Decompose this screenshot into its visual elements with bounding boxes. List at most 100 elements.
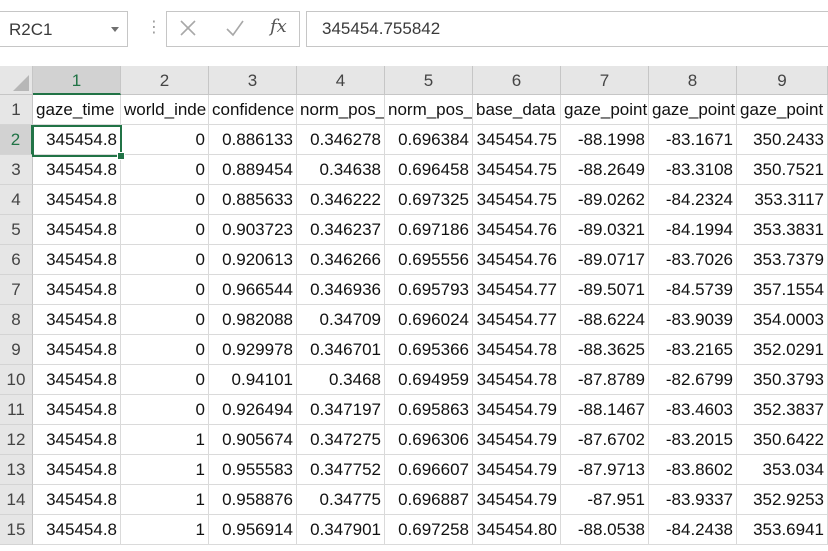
cell-r12-c6[interactable]: 345454.79: [473, 425, 561, 455]
cell-r2-c3[interactable]: 0.886133: [209, 125, 297, 155]
cell-r9-c6[interactable]: 345454.78: [473, 335, 561, 365]
cell-r6-c7[interactable]: -89.0717: [561, 245, 649, 275]
cell-r10-c1[interactable]: 345454.8: [33, 365, 121, 395]
cell-r4-c4[interactable]: 0.346222: [297, 185, 385, 215]
cell-r1-c8[interactable]: gaze_point: [649, 95, 737, 125]
cell-r5-c4[interactable]: 0.346237: [297, 215, 385, 245]
chevron-down-icon[interactable]: [111, 27, 119, 32]
cell-r12-c1[interactable]: 345454.8: [33, 425, 121, 455]
row-header-2[interactable]: 2: [0, 125, 33, 155]
name-box[interactable]: R2C1: [0, 11, 128, 47]
column-header-8[interactable]: 8: [649, 66, 737, 95]
cell-r7-c4[interactable]: 0.346936: [297, 275, 385, 305]
cell-r2-c7[interactable]: -88.1998: [561, 125, 649, 155]
cell-r13-c9[interactable]: 353.034: [737, 455, 828, 485]
cell-r11-c3[interactable]: 0.926494: [209, 395, 297, 425]
row-header-12[interactable]: 12: [0, 425, 33, 455]
cell-r9-c5[interactable]: 0.695366: [385, 335, 473, 365]
cell-r3-c2[interactable]: 0: [121, 155, 209, 185]
cell-r14-c4[interactable]: 0.34775: [297, 485, 385, 515]
cell-r6-c9[interactable]: 353.7379: [737, 245, 828, 275]
row-header-5[interactable]: 5: [0, 215, 33, 245]
column-header-4[interactable]: 4: [297, 66, 385, 95]
cell-r13-c4[interactable]: 0.347752: [297, 455, 385, 485]
cell-r15-c7[interactable]: -88.0538: [561, 515, 649, 545]
cell-r7-c1[interactable]: 345454.8: [33, 275, 121, 305]
cell-r1-c7[interactable]: gaze_point: [561, 95, 649, 125]
cell-r7-c5[interactable]: 0.695793: [385, 275, 473, 305]
cell-r4-c7[interactable]: -89.0262: [561, 185, 649, 215]
row-header-10[interactable]: 10: [0, 365, 33, 395]
cell-r10-c6[interactable]: 345454.78: [473, 365, 561, 395]
row-header-11[interactable]: 11: [0, 395, 33, 425]
cell-r15-c4[interactable]: 0.347901: [297, 515, 385, 545]
cell-r2-c5[interactable]: 0.696384: [385, 125, 473, 155]
cell-r5-c9[interactable]: 353.3831: [737, 215, 828, 245]
cell-r14-c9[interactable]: 352.9253: [737, 485, 828, 515]
row-header-14[interactable]: 14: [0, 485, 33, 515]
cell-r15-c3[interactable]: 0.956914: [209, 515, 297, 545]
row-header-7[interactable]: 7: [0, 275, 33, 305]
cell-r9-c2[interactable]: 0: [121, 335, 209, 365]
cell-r11-c4[interactable]: 0.347197: [297, 395, 385, 425]
row-header-9[interactable]: 9: [0, 335, 33, 365]
cell-r12-c7[interactable]: -87.6702: [561, 425, 649, 455]
cell-r2-c6[interactable]: 345454.75: [473, 125, 561, 155]
cell-r12-c3[interactable]: 0.905674: [209, 425, 297, 455]
cell-r14-c2[interactable]: 1: [121, 485, 209, 515]
cell-r14-c5[interactable]: 0.696887: [385, 485, 473, 515]
cell-r5-c7[interactable]: -89.0321: [561, 215, 649, 245]
cell-r4-c1[interactable]: 345454.8: [33, 185, 121, 215]
cell-r2-c2[interactable]: 0: [121, 125, 209, 155]
cell-r5-c6[interactable]: 345454.76: [473, 215, 561, 245]
cell-r11-c2[interactable]: 0: [121, 395, 209, 425]
cell-r4-c3[interactable]: 0.885633: [209, 185, 297, 215]
formula-bar-grip-icon[interactable]: ⋮: [146, 20, 162, 36]
formula-input[interactable]: 345454.755842: [306, 11, 828, 47]
cell-r13-c6[interactable]: 345454.79: [473, 455, 561, 485]
cell-r8-c3[interactable]: 0.982088: [209, 305, 297, 335]
cell-r10-c7[interactable]: -87.8789: [561, 365, 649, 395]
cell-r15-c8[interactable]: -84.2438: [649, 515, 737, 545]
cell-r4-c2[interactable]: 0: [121, 185, 209, 215]
cell-r8-c1[interactable]: 345454.8: [33, 305, 121, 335]
cell-r7-c9[interactable]: 357.1554: [737, 275, 828, 305]
cell-r2-c8[interactable]: -83.1671: [649, 125, 737, 155]
cell-r3-c9[interactable]: 350.7521: [737, 155, 828, 185]
row-header-13[interactable]: 13: [0, 455, 33, 485]
cell-r1-c2[interactable]: world_inde: [121, 95, 209, 125]
row-header-4[interactable]: 4: [0, 185, 33, 215]
cell-r10-c9[interactable]: 350.3793: [737, 365, 828, 395]
cell-r14-c3[interactable]: 0.958876: [209, 485, 297, 515]
cell-r7-c7[interactable]: -89.5071: [561, 275, 649, 305]
cell-r7-c2[interactable]: 0: [121, 275, 209, 305]
cell-r15-c5[interactable]: 0.697258: [385, 515, 473, 545]
cell-r4-c6[interactable]: 345454.75: [473, 185, 561, 215]
cell-r11-c6[interactable]: 345454.79: [473, 395, 561, 425]
cell-r13-c5[interactable]: 0.696607: [385, 455, 473, 485]
cell-r10-c4[interactable]: 0.3468: [297, 365, 385, 395]
cell-r1-c9[interactable]: gaze_point: [737, 95, 828, 125]
function-icon[interactable]: fx: [270, 16, 287, 37]
cell-r6-c6[interactable]: 345454.76: [473, 245, 561, 275]
column-header-7[interactable]: 7: [561, 66, 649, 95]
cell-r1-c1[interactable]: gaze_time: [33, 95, 121, 125]
row-header-15[interactable]: 15: [0, 515, 33, 545]
cell-r12-c8[interactable]: -83.2015: [649, 425, 737, 455]
cell-r5-c1[interactable]: 345454.8: [33, 215, 121, 245]
cell-r9-c8[interactable]: -83.2165: [649, 335, 737, 365]
cell-r12-c5[interactable]: 0.696306: [385, 425, 473, 455]
cell-r9-c3[interactable]: 0.929978: [209, 335, 297, 365]
column-header-5[interactable]: 5: [385, 66, 473, 95]
cell-r8-c2[interactable]: 0: [121, 305, 209, 335]
cell-r5-c5[interactable]: 0.697186: [385, 215, 473, 245]
cell-r6-c4[interactable]: 0.346266: [297, 245, 385, 275]
cell-r8-c8[interactable]: -83.9039: [649, 305, 737, 335]
cell-r9-c1[interactable]: 345454.8: [33, 335, 121, 365]
cell-r1-c6[interactable]: base_data: [473, 95, 561, 125]
cell-r3-c7[interactable]: -88.2649: [561, 155, 649, 185]
cell-r14-c6[interactable]: 345454.79: [473, 485, 561, 515]
cell-r3-c3[interactable]: 0.889454: [209, 155, 297, 185]
cell-r6-c3[interactable]: 0.920613: [209, 245, 297, 275]
cell-r11-c9[interactable]: 352.3837: [737, 395, 828, 425]
